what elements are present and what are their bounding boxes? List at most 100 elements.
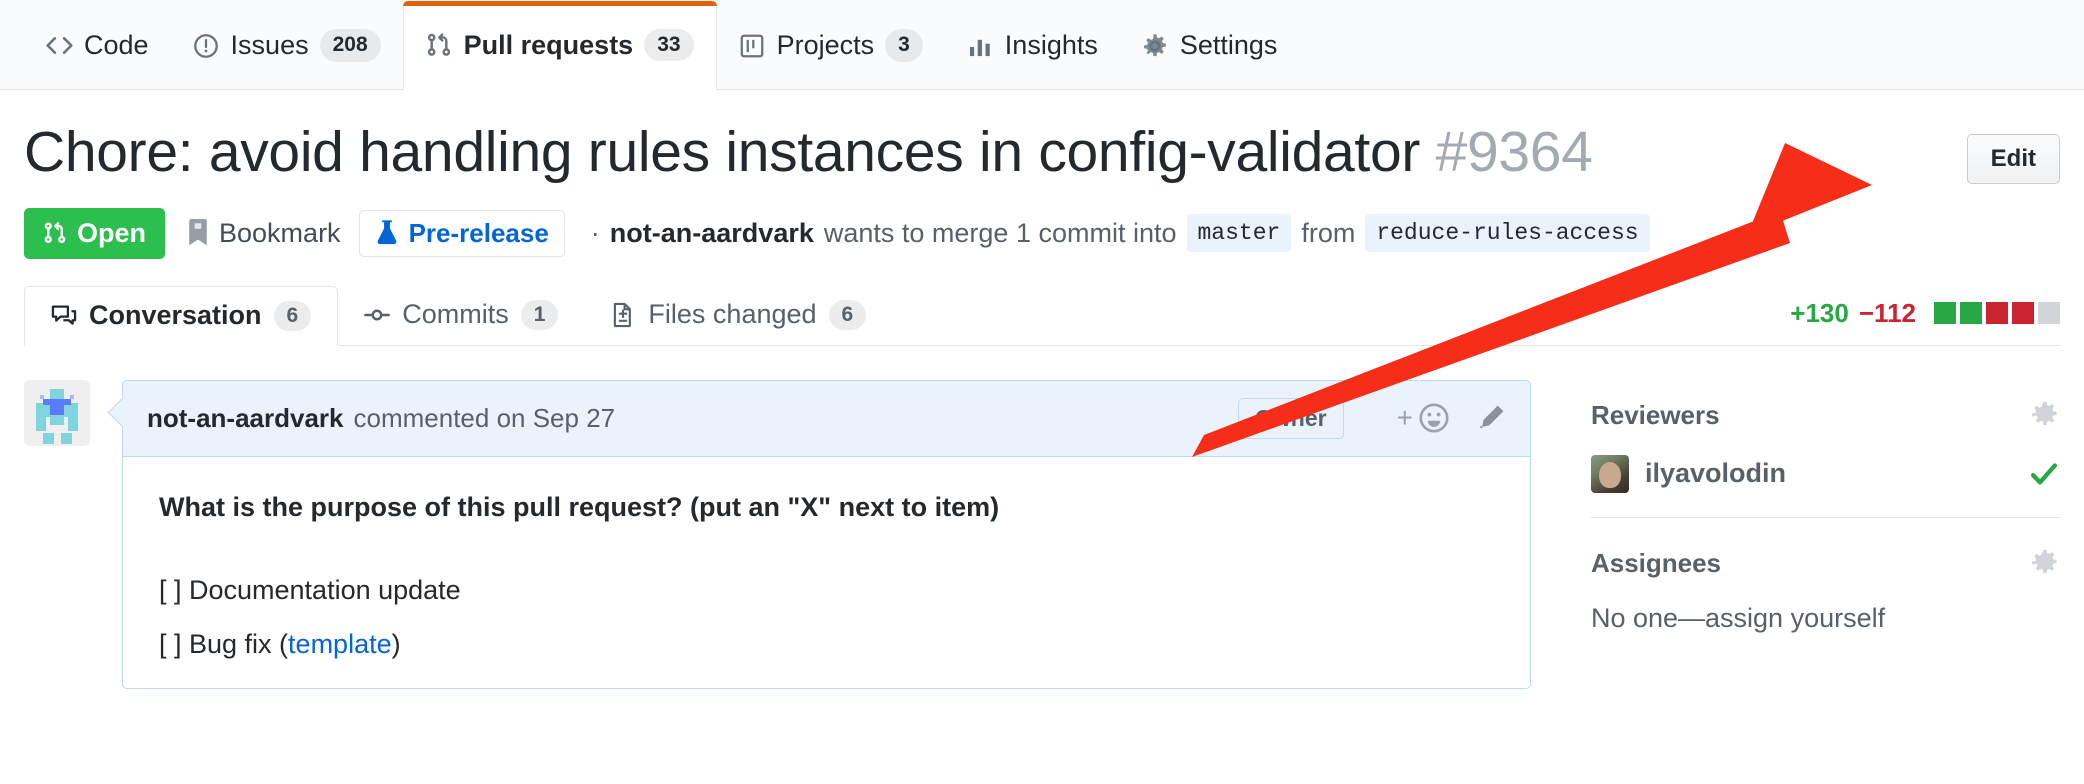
base-branch[interactable]: master xyxy=(1186,214,1292,253)
nav-item-counter: 33 xyxy=(644,28,694,62)
diff-block xyxy=(1986,302,2008,325)
code-icon xyxy=(46,32,73,59)
tab-commits[interactable]: Commits 1 xyxy=(338,285,584,345)
nav-item-label: Settings xyxy=(1179,30,1278,60)
comment-body-line: [ ] Bug fix (template) xyxy=(159,624,1494,666)
nav-item-code[interactable]: Code xyxy=(24,1,171,90)
nav-item-counter: 208 xyxy=(319,29,381,62)
diff-block xyxy=(2038,302,2060,325)
reviewer-item[interactable]: ilyavolodin xyxy=(1590,454,2060,493)
gear-icon[interactable] xyxy=(2030,400,2060,430)
tab-counter: 6 xyxy=(273,300,312,331)
page-title: Chore: avoid handling rules instances in… xyxy=(24,120,1593,186)
conversation-column: not-an-aardvark commented on Sep 27 Owne… xyxy=(24,379,1531,690)
status-badge-label: Open xyxy=(77,217,147,248)
repo-nav: Code Issues 208 Pull requests 33 Project… xyxy=(0,0,2084,90)
reviewers-heading: Reviewers xyxy=(1591,400,2060,431)
beaker-icon xyxy=(375,219,399,247)
comment-header-actions: Owner + xyxy=(1238,397,1506,439)
pr-meta-row: Open Bookmark Pre-release · not-an-aardv… xyxy=(24,207,2060,259)
pr-sidebar: Reviewers ilyavolodin Assignees No one—a… xyxy=(1590,380,2060,690)
reviewer-name: ilyavolodin xyxy=(1644,458,1786,489)
pencil-icon[interactable] xyxy=(1476,403,1506,433)
gear-icon xyxy=(1142,32,1169,59)
git-pull-request-icon xyxy=(43,221,67,245)
pr-number: #9364 xyxy=(1435,120,1593,184)
comment-header: not-an-aardvark commented on Sep 27 Owne… xyxy=(123,380,1530,457)
status-badge: Open xyxy=(24,207,166,259)
meta-separator: · xyxy=(590,217,600,248)
tab-conversation[interactable]: Conversation 6 xyxy=(24,285,339,346)
checklist-item-text: [ ] Documentation update xyxy=(159,575,461,606)
nav-item-label: Projects xyxy=(776,30,875,60)
comment-body: What is the purpose of this pull request… xyxy=(123,457,1530,689)
nav-item-counter: 3 xyxy=(885,29,923,62)
comment-body-heading: What is the purpose of this pull request… xyxy=(159,491,1000,522)
tab-files-changed[interactable]: Files changed 6 xyxy=(584,285,892,345)
git-pull-request-icon xyxy=(426,32,453,59)
diff-stat[interactable]: +130 −112 xyxy=(1790,298,2060,345)
nav-item-pull-requests[interactable]: Pull requests 33 xyxy=(402,1,717,90)
gear-icon[interactable] xyxy=(2030,548,2060,578)
nav-item-label: Pull requests xyxy=(463,29,634,60)
checklist-item-suffix: ) xyxy=(391,629,401,660)
comment-body-line: [ ] Documentation update xyxy=(159,570,1494,612)
bookmark-icon xyxy=(187,219,209,247)
template-link[interactable]: template xyxy=(288,629,392,659)
comment-author[interactable]: not-an-aardvark xyxy=(147,403,344,434)
merge-description: wants to merge 1 commit into xyxy=(823,217,1177,248)
repo-nav-list: Code Issues 208 Pull requests 33 Project… xyxy=(0,0,2084,90)
check-icon xyxy=(2028,458,2060,490)
pr-content: not-an-aardvark commented on Sep 27 Owne… xyxy=(24,379,2060,690)
diff-block xyxy=(1960,302,1982,325)
assignees-title: Assignees xyxy=(1590,547,1722,578)
diff-blocks xyxy=(1934,302,2060,325)
tab-label: Commits xyxy=(402,299,509,330)
sidebar-section-assignees: Assignees No one—assign yourself xyxy=(1590,516,2060,658)
sidebar-section-reviewers: Reviewers ilyavolodin xyxy=(1590,400,2060,517)
graph-icon xyxy=(967,32,994,59)
reviewers-title: Reviewers xyxy=(1590,399,1720,430)
merge-from-text: from xyxy=(1301,217,1356,248)
pre-release-button[interactable]: Pre-release xyxy=(358,209,565,257)
pr-tab-bar: Conversation 6 Commits 1 Files changed 6… xyxy=(24,285,2060,346)
project-icon xyxy=(739,32,766,59)
issue-opened-icon xyxy=(193,32,220,59)
nav-item-settings[interactable]: Settings xyxy=(1120,1,1300,90)
diff-block xyxy=(2012,302,2034,325)
avatar[interactable] xyxy=(24,379,90,446)
diff-additions: +130 xyxy=(1790,297,1849,328)
smiley-plus-icon[interactable]: + xyxy=(1370,402,1450,434)
tab-label: Conversation xyxy=(89,300,262,331)
bookmark-button[interactable]: Bookmark xyxy=(187,218,341,249)
pr-author[interactable]: not-an-aardvark xyxy=(610,218,814,249)
checklist-item-text: [ ] Bug fix ( xyxy=(159,629,289,660)
head-branch[interactable]: reduce-rules-access xyxy=(1365,214,1650,253)
pr-title-text: Chore: avoid handling rules instances in… xyxy=(24,120,1421,184)
nav-item-label: Code xyxy=(84,30,149,60)
diff-block xyxy=(1934,302,1956,325)
nav-item-label: Insights xyxy=(1004,30,1098,60)
diff-icon xyxy=(610,302,636,328)
assignees-heading: Assignees xyxy=(1591,548,2060,579)
git-commit-icon xyxy=(364,302,391,328)
nav-item-issues[interactable]: Issues 208 xyxy=(171,1,403,90)
tab-counter: 1 xyxy=(520,299,559,330)
bookmark-label: Bookmark xyxy=(219,217,341,248)
comment-card: not-an-aardvark commented on Sep 27 Owne… xyxy=(122,379,1531,690)
nav-item-projects[interactable]: Projects 3 xyxy=(717,1,945,90)
tab-label: Files changed xyxy=(648,299,817,330)
comment-timestamp: commented on Sep 27 xyxy=(353,402,616,433)
nav-item-insights[interactable]: Insights xyxy=(945,1,1120,90)
owner-badge[interactable]: Owner xyxy=(1238,397,1344,439)
nav-item-label: Issues xyxy=(230,30,309,60)
edit-button[interactable]: Edit xyxy=(1966,134,2060,184)
assignees-empty-text[interactable]: No one—assign yourself xyxy=(1591,603,2060,634)
avatar xyxy=(1590,454,1629,493)
pre-release-label: Pre-release xyxy=(408,217,549,248)
pr-header: Chore: avoid handling rules instances in… xyxy=(24,90,2060,186)
tab-counter: 6 xyxy=(828,299,867,330)
comment-discussion-icon xyxy=(51,303,77,329)
diff-deletions: −112 xyxy=(1858,297,1916,328)
pr-page: Chore: avoid handling rules instances in… xyxy=(0,90,2084,690)
